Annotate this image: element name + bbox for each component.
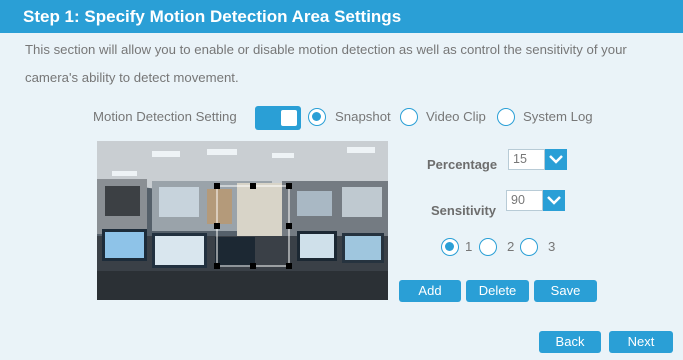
chevron-down-icon bbox=[547, 196, 561, 205]
delete-button[interactable]: Delete bbox=[466, 280, 529, 302]
radio-snapshot-label: Snapshot bbox=[335, 109, 391, 124]
camera-preview[interactable] bbox=[97, 141, 388, 300]
next-button[interactable]: Next bbox=[609, 331, 673, 353]
sensitivity-dropdown-button[interactable] bbox=[543, 190, 565, 211]
radio-window-2-label: 2 bbox=[507, 239, 515, 254]
radio-window-1-label: 1 bbox=[465, 239, 473, 254]
radio-system-log-label: System Log bbox=[523, 109, 593, 124]
description-line-2: camera's ability to detect movement. bbox=[25, 70, 239, 85]
motion-detection-toggle[interactable] bbox=[255, 106, 301, 130]
radio-window-3-label: 3 bbox=[548, 239, 556, 254]
percentage-label: Percentage bbox=[427, 157, 498, 172]
add-button[interactable]: Add bbox=[399, 280, 461, 302]
radio-window-1[interactable] bbox=[441, 238, 459, 256]
description-line-1: This section will allow you to enable or… bbox=[25, 42, 627, 57]
back-button[interactable]: Back bbox=[539, 331, 601, 353]
radio-window-3[interactable] bbox=[520, 238, 538, 256]
percentage-dropdown-button[interactable] bbox=[545, 149, 567, 170]
sensitivity-value: 90 bbox=[506, 190, 543, 211]
save-button[interactable]: Save bbox=[534, 280, 597, 302]
page-title: Step 1: Specify Motion Detection Area Se… bbox=[23, 7, 402, 26]
camera-image bbox=[97, 141, 388, 300]
radio-video-clip[interactable] bbox=[400, 108, 418, 126]
radio-window-2[interactable] bbox=[479, 238, 497, 256]
chevron-down-icon bbox=[549, 155, 563, 164]
percentage-select[interactable]: 15 bbox=[508, 149, 567, 170]
sensitivity-label: Sensitivity bbox=[431, 203, 497, 218]
radio-snapshot[interactable] bbox=[308, 108, 326, 126]
page-header: Step 1: Specify Motion Detection Area Se… bbox=[0, 0, 683, 33]
sensitivity-select[interactable]: 90 bbox=[506, 190, 565, 211]
radio-system-log[interactable] bbox=[497, 108, 515, 126]
toggle-knob bbox=[281, 110, 297, 126]
motion-detection-setting-label: Motion Detection Setting bbox=[93, 109, 237, 124]
radio-video-clip-label: Video Clip bbox=[426, 109, 486, 124]
percentage-value: 15 bbox=[508, 149, 545, 170]
